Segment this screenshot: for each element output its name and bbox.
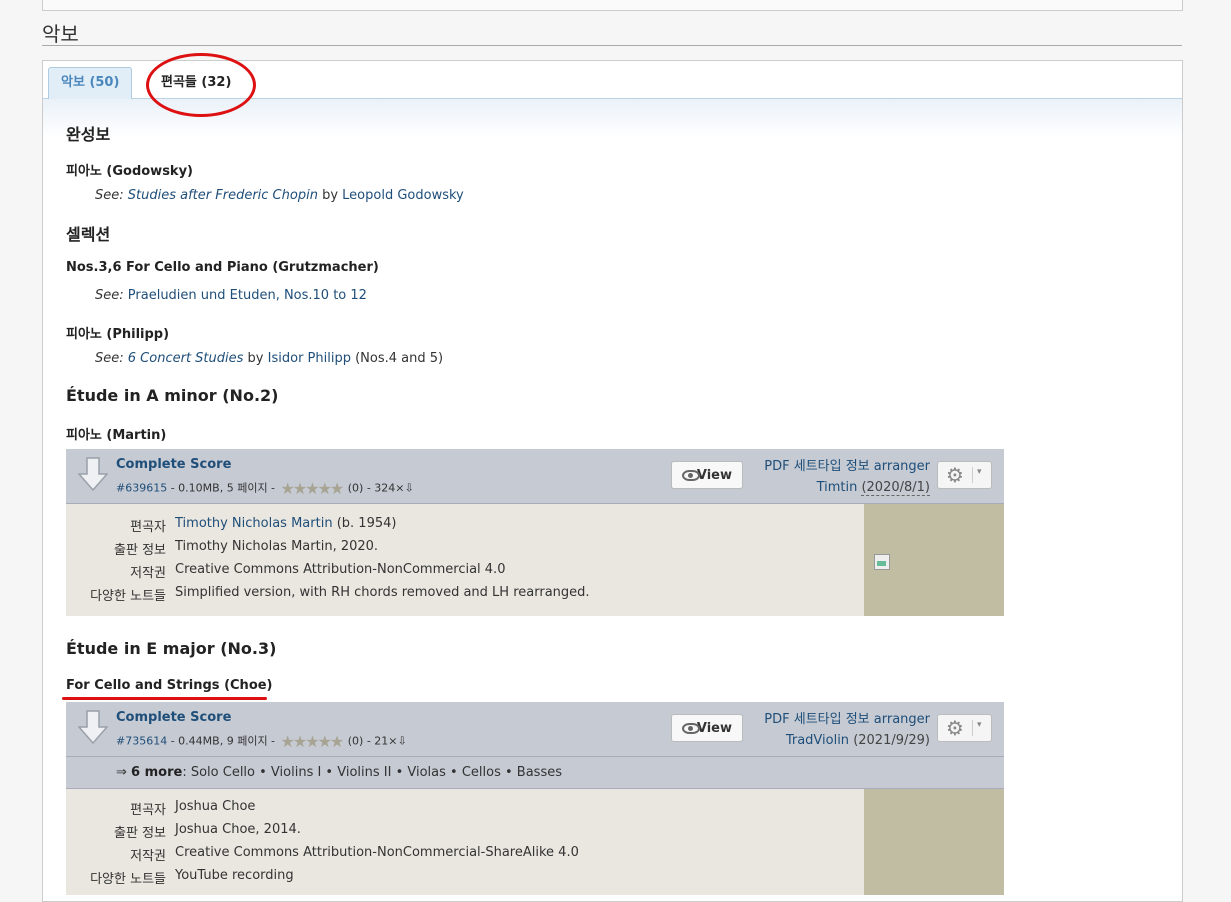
annotation-underline bbox=[62, 697, 267, 700]
view-button[interactable]: View bbox=[671, 461, 743, 489]
detail-key: 편곡자 bbox=[130, 520, 166, 535]
annotation-circle bbox=[146, 53, 256, 117]
philipp-note: (Nos.4 and 5) bbox=[355, 351, 444, 366]
link-studies-chopin[interactable]: Studies after Frederic Chopin bbox=[128, 188, 318, 203]
broken-image-icon bbox=[874, 554, 890, 570]
gear-icon: ⚙ bbox=[946, 463, 964, 487]
top-strip bbox=[42, 0, 1183, 11]
file-actions-button[interactable]: ⚙ ▾ bbox=[937, 714, 992, 742]
view-label: View bbox=[696, 721, 732, 736]
uploader-link[interactable]: Timtin bbox=[817, 480, 858, 495]
section-divider bbox=[42, 45, 1182, 46]
detail-key: 편곡자 bbox=[130, 803, 166, 818]
score-thumbnail[interactable] bbox=[864, 504, 1004, 616]
file-format-info[interactable]: PDF 세트타입 정보 arranger bbox=[764, 459, 930, 474]
detail-key: 출판 정보 bbox=[114, 826, 166, 841]
by-label: by bbox=[322, 188, 339, 203]
button-separator bbox=[972, 467, 973, 483]
score-thumbnail[interactable] bbox=[864, 789, 1004, 895]
rating-downloads: (0) - 21× bbox=[347, 734, 398, 748]
upload-date: (2020/8/1) bbox=[861, 480, 930, 496]
detail-value: Timothy Nicholas Martin, 2020. bbox=[175, 539, 379, 554]
view-label: View bbox=[696, 468, 732, 483]
eye-icon bbox=[682, 470, 700, 481]
cello-grutzmacher-heading: Nos.3,6 For Cello and Piano (Grutzmacher… bbox=[66, 260, 379, 275]
rating-downloads: (0) - 324× bbox=[347, 481, 405, 495]
file-info: PDF 세트타입 정보 arranger TradViolin (2021/9/… bbox=[750, 709, 930, 751]
detail-key: 저작권 bbox=[130, 566, 166, 581]
parts-bar: ⇒ 6 more: Solo Cello • Violins I • Violi… bbox=[66, 757, 1004, 789]
file-header: Complete Score #735614 - 0.44MB, 9 페이지 -… bbox=[66, 702, 1004, 757]
cello-strings-heading: For Cello and Strings (Choe) bbox=[66, 678, 273, 693]
arranger-link[interactable]: Timothy Nicholas Martin bbox=[175, 516, 333, 531]
see-label: See: bbox=[95, 288, 124, 303]
button-separator bbox=[972, 720, 973, 736]
right-arrow-icon: ⇒ bbox=[116, 765, 127, 780]
license-link[interactable]: Creative Commons Attribution-NonCommerci… bbox=[175, 845, 579, 860]
detail-key: 저작권 bbox=[130, 849, 166, 864]
etude-a-minor-heading: Étude in A minor (No.2) bbox=[66, 386, 279, 405]
see-label: See: bbox=[95, 351, 124, 366]
detail-key: 출판 정보 bbox=[114, 543, 166, 558]
tab-scores[interactable]: 악보 (50) bbox=[48, 67, 133, 99]
license-link[interactable]: Creative Commons Attribution-NonCommerci… bbox=[175, 562, 505, 577]
detail-key: 다양한 노트들 bbox=[90, 589, 166, 604]
file-header: Complete Score #639615 - 0.10MB, 5 페이지 -… bbox=[66, 449, 1004, 504]
gear-icon: ⚙ bbox=[946, 716, 964, 740]
link-concert-studies[interactable]: 6 Concert Studies bbox=[128, 351, 244, 366]
file-format-info[interactable]: PDF 세트타입 정보 arranger bbox=[764, 712, 930, 727]
file-box-639615: Complete Score #639615 - 0.10MB, 5 페이지 -… bbox=[66, 449, 1004, 616]
file-name-link[interactable]: Complete Score bbox=[116, 457, 231, 472]
file-box-735614: Complete Score #735614 - 0.44MB, 9 페이지 -… bbox=[66, 702, 1004, 895]
file-info: PDF 세트타입 정보 arranger Timtin (2020/8/1) bbox=[750, 456, 930, 498]
chevron-down-icon: ▾ bbox=[977, 467, 982, 477]
file-size-pages: - 0.10MB, 5 페이지 - bbox=[167, 481, 279, 495]
parts-list: : Solo Cello • Violins I • Violins II • … bbox=[182, 765, 562, 780]
file-id-link[interactable]: #639615 bbox=[116, 482, 167, 495]
download-count-icon: ⇩ bbox=[404, 481, 414, 495]
download-arrow-icon[interactable] bbox=[78, 710, 108, 744]
link-praeludien[interactable]: Praeludien und Etuden, Nos.10 to 12 bbox=[128, 288, 367, 303]
view-button[interactable]: View bbox=[671, 714, 743, 742]
see-philipp: See: 6 Concert Studies by Isidor Philipp… bbox=[95, 351, 443, 366]
detail-value: Simplified version, with RH chords remov… bbox=[175, 585, 590, 600]
eye-icon bbox=[682, 723, 700, 734]
download-count-icon: ⇩ bbox=[397, 734, 407, 748]
see-label: See: bbox=[95, 188, 124, 203]
file-id-link[interactable]: #735614 bbox=[116, 735, 167, 748]
file-meta: #735614 - 0.44MB, 9 페이지 - ★★★★★ (0) - 21… bbox=[116, 732, 407, 751]
by-label: by bbox=[247, 351, 264, 366]
link-philipp[interactable]: Isidor Philipp bbox=[268, 351, 351, 366]
complete-heading: 완성보 bbox=[66, 125, 111, 144]
selection-heading: 셀렉션 bbox=[66, 225, 111, 244]
piano-philipp-heading: 피아노 (Philipp) bbox=[66, 327, 170, 342]
detail-value: Joshua Choe, 2014. bbox=[175, 822, 301, 837]
see-godowsky: See: Studies after Frederic Chopin by Le… bbox=[95, 188, 464, 203]
download-arrow-icon[interactable] bbox=[78, 457, 108, 491]
upload-date: (2021/9/29) bbox=[853, 733, 930, 748]
youtube-link[interactable]: YouTube recording bbox=[175, 868, 294, 883]
rating-stars-icon[interactable]: ★★★★★ bbox=[281, 479, 345, 498]
file-name-link[interactable]: Complete Score bbox=[116, 710, 231, 725]
etude-e-major-heading: Étude in E major (No.3) bbox=[66, 639, 277, 658]
see-grutzmacher: See: Praeludien und Etuden, Nos.10 to 12 bbox=[95, 288, 367, 303]
file-size-pages: - 0.44MB, 9 페이지 - bbox=[167, 734, 279, 748]
file-actions-button[interactable]: ⚙ ▾ bbox=[937, 461, 992, 489]
more-parts-link[interactable]: 6 more bbox=[131, 765, 182, 780]
chevron-down-icon: ▾ bbox=[977, 720, 982, 730]
rating-stars-icon[interactable]: ★★★★★ bbox=[281, 732, 345, 751]
arranger-link[interactable]: Joshua Choe bbox=[175, 799, 255, 814]
piano-godowsky-heading: 피아노 (Godowsky) bbox=[66, 164, 193, 179]
piano-martin-heading: 피아노 (Martin) bbox=[66, 428, 167, 443]
uploader-link[interactable]: TradViolin bbox=[786, 733, 849, 748]
section-title: 악보 bbox=[42, 22, 79, 46]
file-meta: #639615 - 0.10MB, 5 페이지 - ★★★★★ (0) - 32… bbox=[116, 479, 414, 498]
link-godowsky[interactable]: Leopold Godowsky bbox=[342, 188, 464, 203]
detail-key: 다양한 노트들 bbox=[90, 872, 166, 887]
arranger-extra: (b. 1954) bbox=[332, 516, 397, 531]
